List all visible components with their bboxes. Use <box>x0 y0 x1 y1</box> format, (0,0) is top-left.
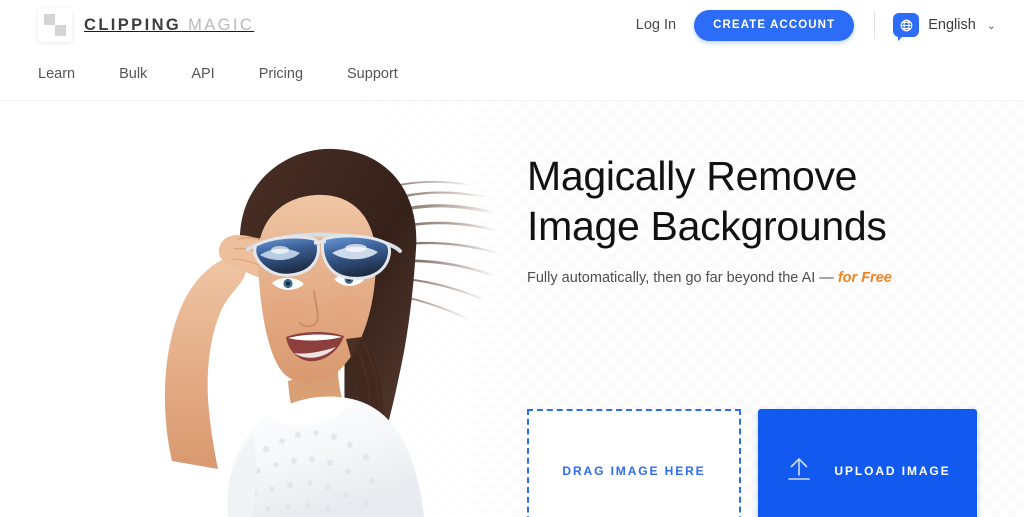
main-navigation: Learn Bulk API Pricing Support <box>38 63 398 85</box>
subtitle-highlight-for-free: for Free <box>837 270 892 286</box>
log-in-link[interactable]: Log In <box>636 17 676 33</box>
upload-controls-row: DRAG IMAGE HERE UPLOAD IMAGE <box>527 409 977 517</box>
checkerboard-logo-icon <box>38 8 72 42</box>
nav-item-support[interactable]: Support <box>347 63 398 85</box>
create-account-button[interactable]: CREATE ACCOUNT <box>694 9 855 41</box>
hero-copy: Magically Remove Image Backgrounds Fully… <box>527 151 987 288</box>
clipping-magic-landing-page: CLIPPING MAGIC Learn Bulk API Pricing Su… <box>0 0 1024 517</box>
headline-line-2: Image Backgrounds <box>527 203 887 249</box>
brand-wordmark: CLIPPING MAGIC <box>84 17 254 34</box>
drag-image-dropzone[interactable]: DRAG IMAGE HERE <box>527 409 741 517</box>
globe-speech-bubble-icon <box>893 13 920 41</box>
dropzone-label: DRAG IMAGE HERE <box>562 463 706 478</box>
upload-arrow-icon <box>784 454 814 487</box>
hero-subtitle: Fully automatically, then go far beyond … <box>527 268 987 288</box>
language-selector[interactable]: English ⌄ <box>893 13 996 41</box>
language-label: English <box>928 17 976 33</box>
brand-logo-link[interactable]: CLIPPING MAGIC <box>38 8 254 42</box>
nav-item-learn[interactable]: Learn <box>38 63 97 85</box>
nav-item-pricing[interactable]: Pricing <box>259 63 325 85</box>
upload-button-label: UPLOAD IMAGE <box>834 463 951 478</box>
subtitle-text: Fully automatically, then go far beyond … <box>527 270 838 286</box>
brand-word-clipping: CLIPPING <box>84 15 182 34</box>
nav-item-bulk[interactable]: Bulk <box>119 63 169 85</box>
site-header: CLIPPING MAGIC Learn Bulk API Pricing Su… <box>0 0 1024 101</box>
hero-section: Magically Remove Image Backgrounds Fully… <box>0 101 1024 517</box>
chevron-down-icon: ⌄ <box>986 19 996 32</box>
headline-line-1: Magically Remove <box>527 153 858 199</box>
smiling-woman-with-sunglasses-photo <box>120 131 520 517</box>
brand-word-magic: MAGIC <box>188 15 255 34</box>
header-divider <box>874 11 876 39</box>
page-title: Magically Remove Image Backgrounds <box>527 151 987 251</box>
upload-image-button[interactable]: UPLOAD IMAGE <box>758 409 977 517</box>
nav-item-api[interactable]: API <box>191 63 236 85</box>
header-actions: Log In CREATE ACCOUNT English ⌄ <box>636 9 996 41</box>
